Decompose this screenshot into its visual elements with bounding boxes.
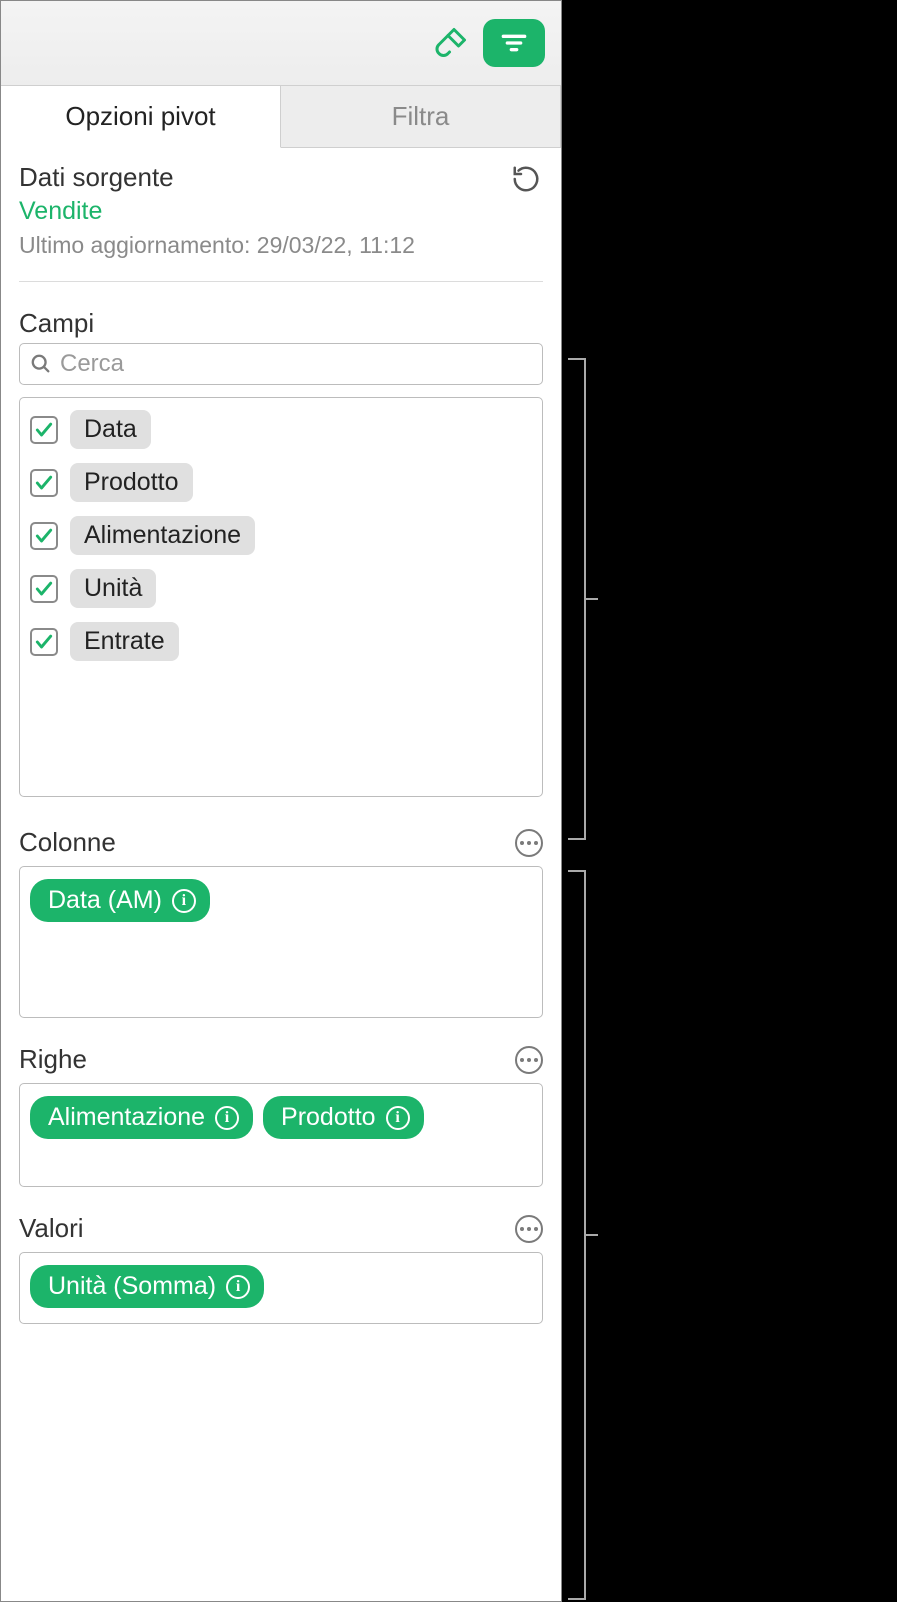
field-checkbox[interactable] [30, 628, 58, 656]
fields-search[interactable] [19, 343, 543, 385]
tab-pivot-options[interactable]: Opzioni pivot [1, 86, 281, 148]
columns-more-button[interactable] [515, 829, 543, 857]
field-pill[interactable]: Data [70, 410, 151, 449]
field-checkbox[interactable] [30, 522, 58, 550]
field-row: Entrate [30, 622, 532, 661]
rows-more-button[interactable] [515, 1046, 543, 1074]
field-pill[interactable]: Entrate [70, 622, 179, 661]
panel-tabs: Opzioni pivot Filtra [1, 86, 561, 148]
field-checkbox[interactable] [30, 416, 58, 444]
info-icon[interactable] [226, 1275, 250, 1299]
filter-lines-icon [498, 27, 530, 59]
format-brush-button[interactable] [429, 21, 473, 65]
check-icon [34, 526, 54, 546]
values-drop-zone[interactable]: Unità (Somma) [19, 1252, 543, 1324]
value-field-pill[interactable]: Unità (Somma) [30, 1265, 264, 1308]
columns-drop-zone[interactable]: Data (AM) [19, 866, 543, 1018]
pill-label: Data (AM) [48, 886, 162, 915]
pill-label: Alimentazione [48, 1103, 205, 1132]
check-icon [34, 579, 54, 599]
rows-header: Righe [19, 1044, 543, 1075]
field-pill[interactable]: Prodotto [70, 463, 193, 502]
row-field-pill[interactable]: Alimentazione [30, 1096, 253, 1139]
fields-search-input[interactable] [60, 350, 532, 378]
callout-area [562, 0, 897, 1602]
columns-title: Colonne [19, 827, 116, 858]
field-checkbox[interactable] [30, 469, 58, 497]
values-title: Valori [19, 1213, 84, 1244]
more-icon [520, 1058, 538, 1062]
section-divider [19, 281, 543, 282]
values-more-button[interactable] [515, 1215, 543, 1243]
field-row: Prodotto [30, 463, 532, 502]
info-icon[interactable] [172, 889, 196, 913]
callout-bracket-zones [568, 870, 586, 1600]
source-data-section: Dati sorgente Vendite Ultimo aggiornamen… [19, 162, 543, 281]
more-icon [520, 1227, 538, 1231]
refresh-icon [511, 164, 541, 194]
more-icon [520, 841, 538, 845]
check-icon [34, 632, 54, 652]
refresh-button[interactable] [509, 162, 543, 196]
info-icon[interactable] [386, 1106, 410, 1130]
tab-filter[interactable]: Filtra [281, 86, 561, 147]
check-icon [34, 420, 54, 440]
info-icon[interactable] [215, 1106, 239, 1130]
panel-toolbar [1, 1, 561, 86]
field-pill[interactable]: Unità [70, 569, 156, 608]
pill-label: Prodotto [281, 1103, 376, 1132]
search-icon [30, 353, 52, 375]
fields-list: Data Prodotto Alimentazione Unità Entrat… [19, 397, 543, 797]
callout-bracket-fields [568, 358, 586, 840]
rows-title: Righe [19, 1044, 87, 1075]
check-icon [34, 473, 54, 493]
pill-label: Unità (Somma) [48, 1272, 216, 1301]
values-header: Valori [19, 1213, 543, 1244]
pivot-options-panel: Opzioni pivot Filtra Dati sorgente Vendi… [0, 0, 562, 1602]
fields-title: Campi [19, 308, 543, 339]
paintbrush-icon [433, 25, 469, 61]
field-row: Unità [30, 569, 532, 608]
panel-mode-button[interactable] [483, 19, 545, 67]
source-data-title: Dati sorgente [19, 162, 415, 193]
column-field-pill[interactable]: Data (AM) [30, 879, 210, 922]
source-last-update: Ultimo aggiornamento: 29/03/22, 11:12 [19, 232, 415, 259]
field-checkbox[interactable] [30, 575, 58, 603]
field-pill[interactable]: Alimentazione [70, 516, 255, 555]
rows-drop-zone[interactable]: Alimentazione Prodotto [19, 1083, 543, 1187]
source-data-link[interactable]: Vendite [19, 197, 415, 226]
field-row: Alimentazione [30, 516, 532, 555]
panel-content: Dati sorgente Vendite Ultimo aggiornamen… [1, 148, 561, 1601]
columns-header: Colonne [19, 827, 543, 858]
row-field-pill[interactable]: Prodotto [263, 1096, 424, 1139]
field-row: Data [30, 410, 532, 449]
